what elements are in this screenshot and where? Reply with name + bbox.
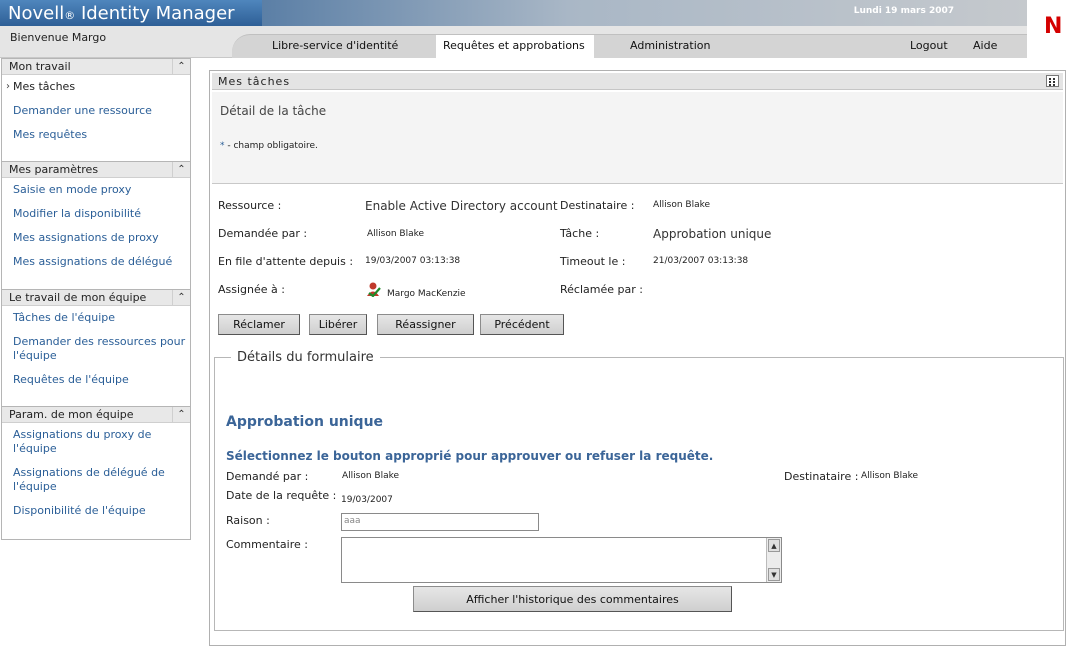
request-date-label: Date de la requête : <box>226 489 337 502</box>
resource-value: Enable Active Directory account <box>365 199 558 213</box>
form-requested-by-label: Demandé par : <box>226 470 309 483</box>
section-title: Param. de mon équipe <box>9 408 134 421</box>
section-team-settings: Param. de mon équipe ⌃ <box>2 406 190 423</box>
comment-label: Commentaire : <box>226 538 308 551</box>
section-team-settings-items: Assignations du proxy de l'équipe Assign… <box>2 423 190 518</box>
panel-title: Mes tâches <box>218 75 291 88</box>
help-link[interactable]: Aide <box>973 39 997 52</box>
claim-button[interactable]: Réclamer <box>218 314 300 335</box>
brand-registered-mark: ® <box>64 9 76 22</box>
welcome-bar: Bienvenue Margo Libre-service d'identité… <box>0 26 1027 59</box>
product-name: Identity Manager <box>75 3 235 24</box>
brand-name: Novell <box>8 3 65 24</box>
sidebar-item-team-request-resources[interactable]: Demander des ressources pour l'équipe <box>2 335 190 363</box>
required-field-note: * - champ obligatoire. <box>220 141 318 151</box>
reason-field[interactable]: aaa <box>341 513 539 531</box>
current-date: Lundi 19 mars 2007 <box>853 6 954 16</box>
collapse-icon[interactable]: ⌃ <box>172 290 190 306</box>
tab-requests-approvals[interactable]: Requêtes et approbations <box>443 39 585 52</box>
layout-grid-icon[interactable] <box>1046 75 1059 87</box>
sidebar-item-team-tasks[interactable]: Tâches de l'équipe <box>2 311 190 325</box>
required-note-text: - champ obligatoire. <box>224 141 318 151</box>
sidebar-item-team-delegate-assignments[interactable]: Assignations de délégué de l'équipe <box>2 466 190 494</box>
detail-title: Détail de la tâche <box>220 104 327 118</box>
form-recipient-value: Allison Blake <box>861 471 919 481</box>
section-title: Mes paramètres <box>9 163 99 176</box>
form-details-legend: Détails du formulaire <box>231 350 380 365</box>
header: Novell® Identity Manager Lundi 19 mars 2… <box>0 0 1083 59</box>
header-banner: Lundi 19 mars 2007 <box>262 0 1027 26</box>
sidebar-item-my-tasks[interactable]: Mes tâches <box>2 80 190 94</box>
main-panel: Mes tâches Détail de la tâche * - champ … <box>209 70 1066 646</box>
form-requested-by-value: Allison Blake <box>342 471 400 481</box>
logout-link[interactable]: Logout <box>910 39 948 52</box>
sidebar-item-proxy-mode[interactable]: Saisie en mode proxy <box>2 183 190 197</box>
task-value: Approbation unique <box>653 227 772 241</box>
requested-by-label: Demandée par : <box>218 227 308 240</box>
timeout-value: 21/03/2007 03:13:38 <box>653 256 749 266</box>
comment-scrollbar[interactable]: ▲ ▼ <box>766 538 781 582</box>
sidebar-item-team-requests[interactable]: Requêtes de l'équipe <box>2 373 190 387</box>
form-instruction: Sélectionnez le bouton approprié pour ap… <box>226 449 714 463</box>
section-title: Le travail de mon équipe <box>9 291 147 304</box>
collapse-icon[interactable]: ⌃ <box>172 407 190 423</box>
section-team-work-items: Tâches de l'équipe Demander des ressourc… <box>2 306 190 406</box>
sidebar-item-my-delegate-assignments[interactable]: Mes assignations de délégué <box>2 255 190 269</box>
novell-n-icon: N <box>1044 14 1063 39</box>
app-brand: Novell® Identity Manager <box>0 0 262 26</box>
task-detail-header: Détail de la tâche * - champ obligatoire… <box>212 92 1063 184</box>
recipient-label: Destinataire : <box>560 199 635 212</box>
requested-by-value: Allison Blake <box>367 229 425 239</box>
previous-button[interactable]: Précédent <box>480 314 564 335</box>
form-heading: Approbation unique <box>226 414 384 430</box>
claimed-by-label: Réclamée par : <box>560 283 643 296</box>
release-button[interactable]: Libérer <box>309 314 367 335</box>
sidebar: Mon travail ⌃ Mes tâches Demander une re… <box>1 58 191 540</box>
form-recipient-label: Destinataire : <box>784 470 859 483</box>
tab-identity-self-service[interactable]: Libre-service d'identité <box>272 39 398 52</box>
novell-logo: N <box>1027 0 1083 58</box>
queued-since-label: En file d'attente depuis : <box>218 255 354 268</box>
section-my-settings: Mes paramètres ⌃ <box>2 161 190 178</box>
sidebar-item-team-availability[interactable]: Disponibilité de l'équipe <box>2 504 190 518</box>
scroll-up-icon[interactable]: ▲ <box>768 539 780 552</box>
form-details-fieldset: Détails du formulaire Approbation unique… <box>214 350 1064 631</box>
sidebar-item-team-proxy-assignments[interactable]: Assignations du proxy de l'équipe <box>2 428 190 456</box>
queued-since-value: 19/03/2007 03:13:38 <box>365 256 461 266</box>
section-team-work: Le travail de mon équipe ⌃ <box>2 289 190 306</box>
show-comment-history-button[interactable]: Afficher l'historique des commentaires <box>413 586 732 612</box>
sidebar-item-my-proxy-assignments[interactable]: Mes assignations de proxy <box>2 231 190 245</box>
task-label: Tâche : <box>560 227 600 240</box>
comment-textarea[interactable]: ▲ ▼ <box>341 537 782 583</box>
tab-administration[interactable]: Administration <box>630 39 711 52</box>
user-icon <box>367 282 381 297</box>
main-nav: Libre-service d'identité Requêtes et app… <box>232 34 1027 59</box>
reason-label: Raison : <box>226 514 270 527</box>
section-my-settings-items: Saisie en mode proxy Modifier la disponi… <box>2 178 190 289</box>
recipient-value: Allison Blake <box>653 200 711 210</box>
assigned-to-label: Assignée à : <box>218 283 285 296</box>
panel-title-bar: Mes tâches <box>212 73 1063 90</box>
collapse-icon[interactable]: ⌃ <box>172 59 190 75</box>
timeout-label: Timeout le : <box>560 255 626 268</box>
reassign-button[interactable]: Réassigner <box>377 314 474 335</box>
section-title: Mon travail <box>9 60 71 73</box>
sidebar-item-my-requests[interactable]: Mes requêtes <box>2 128 190 142</box>
scroll-down-icon[interactable]: ▼ <box>768 568 780 581</box>
section-my-work-items: Mes tâches Demander une ressource Mes re… <box>2 75 190 161</box>
request-date-value: 19/03/2007 <box>341 495 393 505</box>
assigned-to-value: Margo MacKenzie <box>387 289 466 299</box>
section-my-work: Mon travail ⌃ <box>2 58 190 75</box>
welcome-message: Bienvenue Margo <box>10 31 107 44</box>
sidebar-item-edit-availability[interactable]: Modifier la disponibilité <box>2 207 190 221</box>
resource-label: Ressource : <box>218 199 282 212</box>
collapse-icon[interactable]: ⌃ <box>172 162 190 178</box>
sidebar-item-request-resource[interactable]: Demander une ressource <box>2 104 190 118</box>
